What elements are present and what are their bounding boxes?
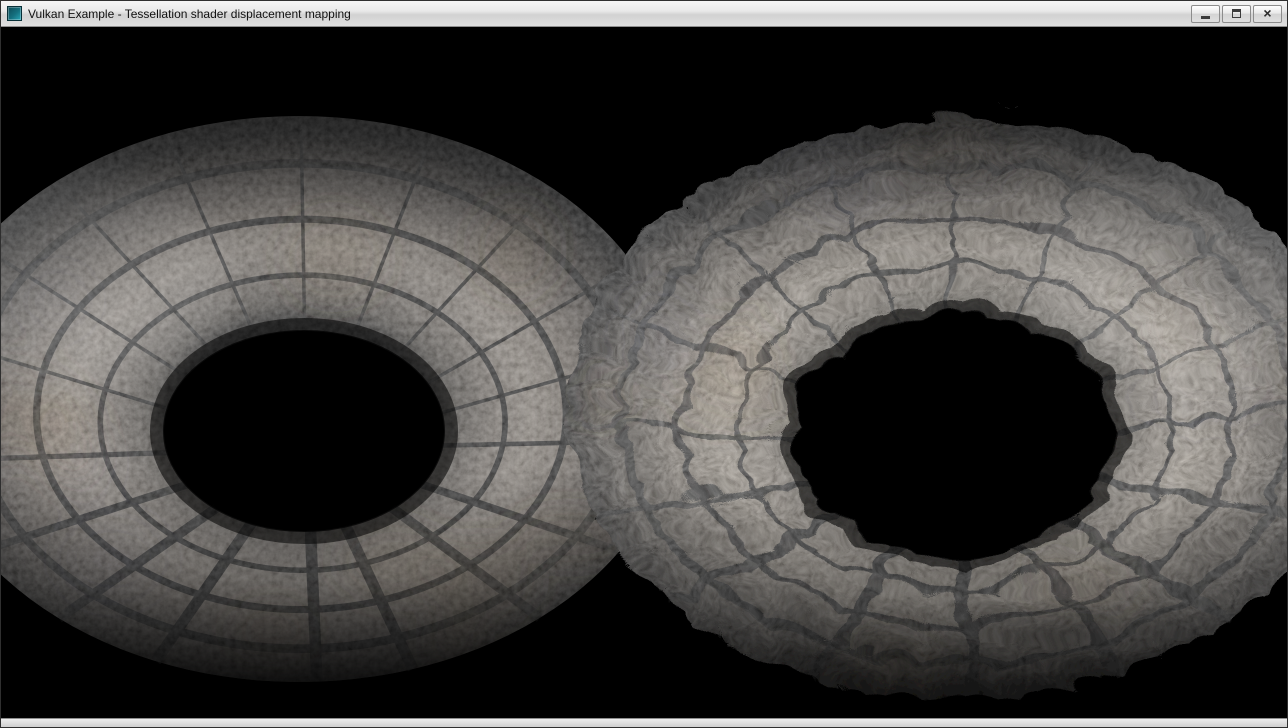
window-title: Vulkan Example - Tessellation shader dis…: [28, 7, 351, 21]
close-icon: ×: [1263, 6, 1271, 20]
scene-svg: [1, 27, 1287, 718]
vulkan-app-icon[interactable]: [7, 6, 22, 21]
close-button[interactable]: ×: [1253, 5, 1282, 23]
minimize-icon: [1201, 16, 1210, 19]
render-viewport[interactable]: [1, 27, 1287, 718]
minimize-button[interactable]: [1191, 5, 1220, 23]
title-bar[interactable]: Vulkan Example - Tessellation shader dis…: [1, 1, 1287, 27]
maximize-button[interactable]: [1222, 5, 1251, 23]
maximize-icon: [1232, 9, 1241, 18]
window-bottom-border: [1, 718, 1287, 727]
app-window: Vulkan Example - Tessellation shader dis…: [0, 0, 1288, 728]
